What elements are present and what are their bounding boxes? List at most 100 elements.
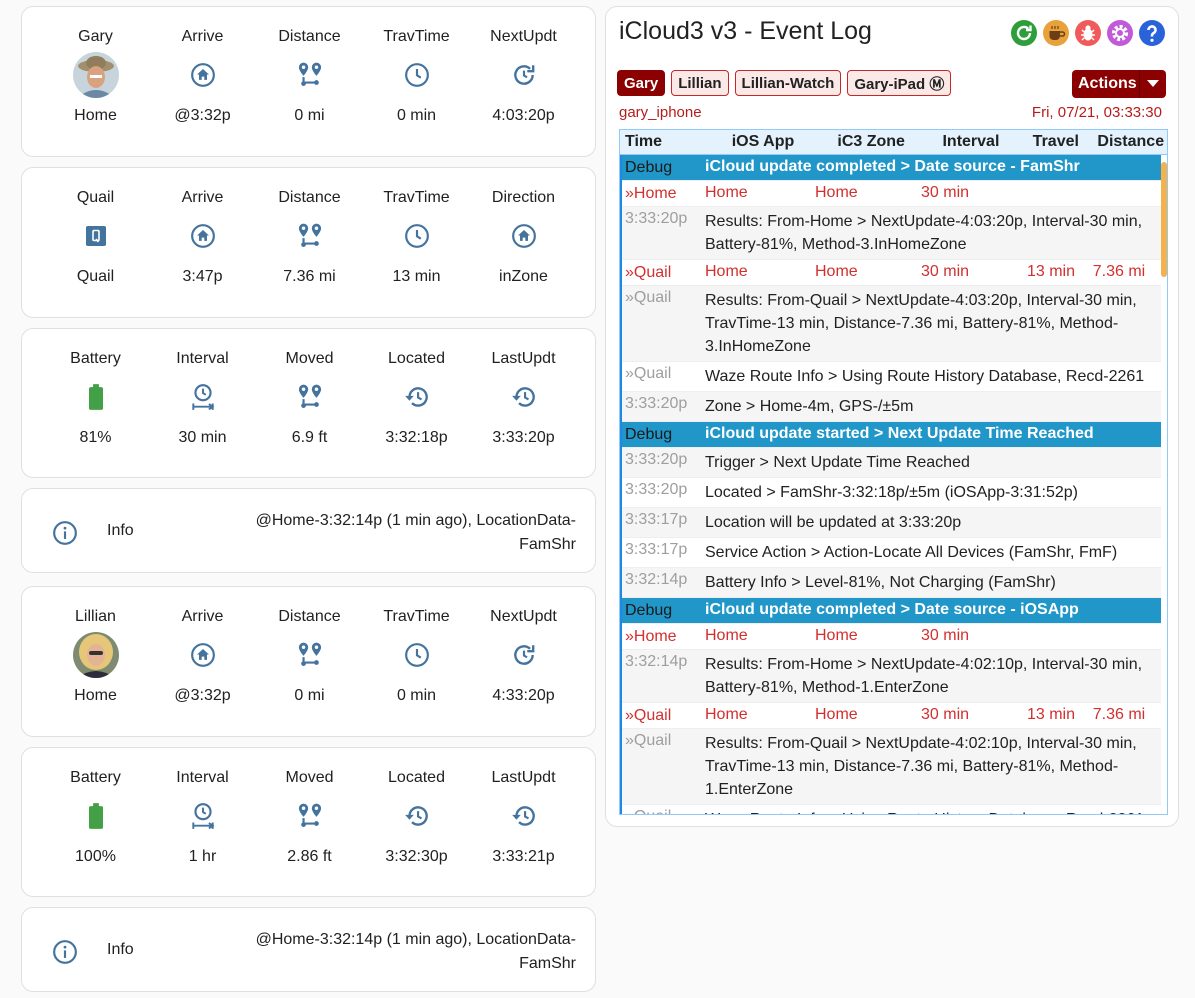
entity-row: Quail Quail Arrive 3:47p Distance 7.36 mi Trav… <box>22 168 595 317</box>
row-message: iCloud update started > Next Update Time… <box>705 424 1094 442</box>
home-icon <box>180 52 226 98</box>
row-time: 3:33:17p <box>625 511 688 528</box>
entity-cell[interactable]: Interval 1 hr <box>149 748 256 896</box>
device-button[interactable]: Lillian-Watch <box>734 70 842 96</box>
event-log-table[interactable]: Time iOS App iC3 Zone Interval Travel Distanc… <box>619 129 1168 815</box>
table-row: »Home Home Home 30 min <box>622 624 1161 650</box>
column-header[interactable]: iC3 Zone <box>818 133 925 151</box>
device-button[interactable]: Gary <box>617 70 666 96</box>
row-time: »Quail <box>625 289 672 306</box>
entity-cell[interactable]: Battery 100% <box>42 748 149 896</box>
entity-cell-label: Battery <box>70 350 121 367</box>
refresh-icon[interactable] <box>1010 19 1038 47</box>
row-message: Location will be updated at 3:33:20p <box>705 514 962 531</box>
scrollbar-thumb[interactable] <box>1161 162 1167 277</box>
event-log-title: iCloud3 v3 - Event Log <box>619 17 872 45</box>
entity-cell[interactable]: Lillian Home <box>42 587 149 736</box>
entity-cell[interactable]: Distance 0 mi <box>256 7 363 156</box>
zone-ios: Home <box>705 626 748 644</box>
column-header[interactable]: Time <box>620 133 708 151</box>
timer-interval-icon <box>180 793 226 839</box>
event-log-rows: Debug iCloud update completed > Date sour… <box>620 155 1161 814</box>
entity-cell[interactable]: Distance 0 mi <box>256 587 363 736</box>
entity-cell-label: TravTime <box>383 28 450 45</box>
actions-button[interactable]: Actions <box>1072 70 1166 98</box>
entity-cell[interactable]: LastUpdt 3:33:21p <box>470 748 577 896</box>
entity-cell[interactable]: Gary Home <box>42 7 149 156</box>
entity-cell[interactable]: Located 3:32:18p <box>363 329 470 477</box>
table-row: 3:33:20p Results: From-Home > NextUpdate-… <box>622 207 1161 260</box>
entity-cell-label: Gary <box>78 28 113 45</box>
table-row: 3:32:14p Results: From-Home > NextUpdate-… <box>622 650 1161 703</box>
zone-ios: Home <box>705 262 748 280</box>
entity-cell-value: 3:33:21p <box>492 848 555 865</box>
table-row: 3:32:14p Battery Info > Level-81%, Not Ch… <box>622 568 1161 598</box>
entity-cell-value: 4:33:20p <box>492 687 555 704</box>
zone-interval: 30 min <box>921 183 970 201</box>
row-time: 3:33:20p <box>625 210 688 227</box>
entity-cell-label: Lillian <box>75 608 116 625</box>
avatar <box>72 52 119 98</box>
entity-cell-label: NextUpdt <box>490 28 557 45</box>
entity-cell-label: Arrive <box>181 608 224 625</box>
entity-cell-label: Interval <box>176 769 229 786</box>
bug-icon[interactable] <box>1074 19 1102 47</box>
info-label: Info <box>107 941 134 958</box>
device-button[interactable]: Gary-iPad Ⓜ <box>847 70 952 96</box>
entity-row: Gary Home Arrive @3:32p Distance 0 mi TravTime… <box>22 7 595 156</box>
help-icon[interactable] <box>1138 19 1166 47</box>
column-header[interactable]: Interval <box>925 133 1017 151</box>
entity-cell[interactable]: Quail Quail <box>42 168 149 317</box>
column-header[interactable]: Travel <box>1017 133 1094 151</box>
row-time: »Quail <box>625 263 672 281</box>
coffee-icon[interactable] <box>1042 19 1070 47</box>
column-header[interactable]: Distance <box>1095 133 1167 151</box>
settings-icon[interactable] <box>1106 19 1134 47</box>
entity-cell-value: 0 min <box>396 107 437 124</box>
entity-cell-label: Located <box>388 769 445 786</box>
row-message: Waze Route Info > Using Route History Da… <box>705 368 1145 385</box>
table-row: 3:33:20p Zone > Home-4m, GPS-/±5m <box>622 392 1161 422</box>
entity-cell[interactable]: NextUpdt 4:33:20p <box>470 587 577 736</box>
entity-cell[interactable]: Moved 6.9 ft <box>256 329 363 477</box>
entity-cell-value: Home <box>74 107 117 124</box>
row-message: Results: From-Quail > NextUpdate-4:02:10… <box>705 735 1137 798</box>
entity-cell[interactable]: Arrive @3:32p <box>149 7 256 156</box>
row-message: Service Action > Action-Locate All Devic… <box>705 544 1118 561</box>
entity-cell[interactable]: Arrive 3:47p <box>149 168 256 317</box>
info-icon <box>52 520 78 551</box>
timer-interval-icon <box>180 374 226 420</box>
entity-card: Battery 81% Interval 30 min Moved 6.9 ft Locat… <box>21 328 596 478</box>
entity-cell-value: @3:32p <box>174 687 231 704</box>
entity-cell[interactable]: Distance 7.36 mi <box>256 168 363 317</box>
entity-cell[interactable]: Located 3:32:30p <box>363 748 470 896</box>
entity-cell[interactable]: NextUpdt 4:03:20p <box>470 7 577 156</box>
entity-cell[interactable]: Direction inZone <box>470 168 577 317</box>
zone-values: Home Home 30 min <box>705 624 1161 650</box>
entity-cell-label: Arrive <box>181 28 224 45</box>
entity-cell[interactable]: Interval 30 min <box>149 329 256 477</box>
row-time: Debug <box>625 158 673 176</box>
entity-cell[interactable]: TravTime 0 min <box>363 587 470 736</box>
table-row: 3:33:17p Service Action > Action-Locate A… <box>622 538 1161 568</box>
zone-travel: 13 min <box>1026 705 1076 723</box>
entity-cell[interactable]: Moved 2.86 ft <box>256 748 363 896</box>
info-card: Info @Home-3:32:14p (1 min ago), Location… <box>21 907 596 992</box>
entity-cell[interactable]: Battery 81% <box>42 329 149 477</box>
update-icon <box>501 52 547 98</box>
entity-cell[interactable]: LastUpdt 3:33:20p <box>470 329 577 477</box>
zone-interval: 30 min <box>921 262 970 280</box>
entity-cell-label: Arrive <box>181 189 224 206</box>
zone-travel: 13 min <box>1026 262 1076 280</box>
info-icon <box>52 939 78 970</box>
column-header[interactable]: iOS App <box>708 133 817 151</box>
entity-cell[interactable]: TravTime 0 min <box>363 7 470 156</box>
entity-cell[interactable]: TravTime 13 min <box>363 168 470 317</box>
entity-cell-value: @3:32p <box>174 107 231 124</box>
entity-cell[interactable]: Arrive @3:32p <box>149 587 256 736</box>
entity-cell-label: Moved <box>285 769 334 786</box>
caret-down-icon <box>1139 70 1166 98</box>
entity-cell-value: 3:47p <box>182 268 223 285</box>
device-button[interactable]: Lillian <box>671 70 729 96</box>
table-row: »Quail Results: From-Quail > NextUpdate-4… <box>622 729 1161 805</box>
